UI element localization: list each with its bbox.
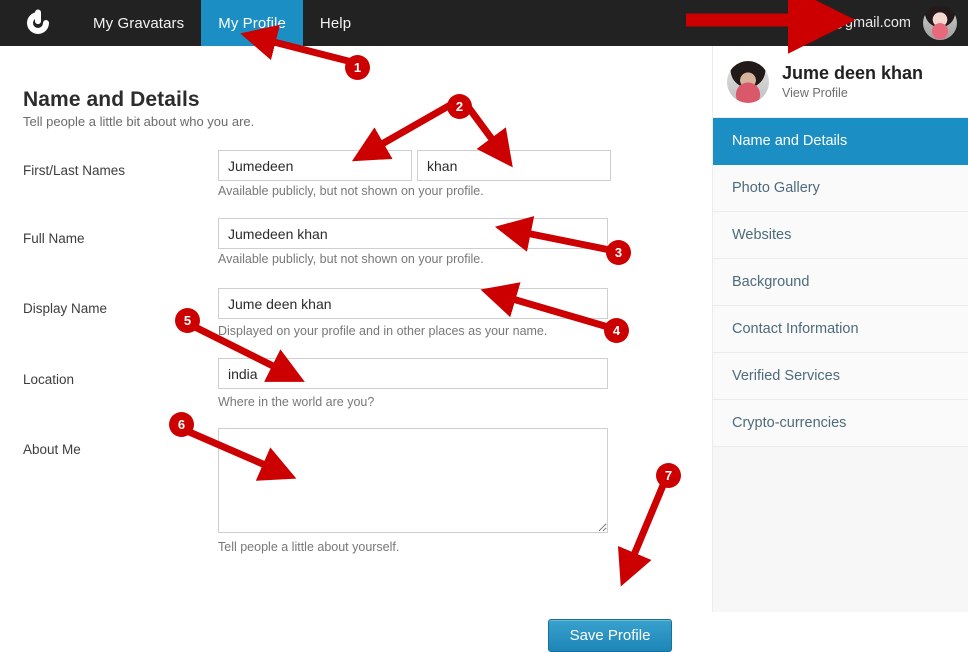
sidebar-item-label: Contact Information — [732, 321, 859, 337]
display-name-input[interactable] — [218, 288, 608, 319]
first-name-input[interactable] — [218, 150, 412, 181]
sidebar-item-photo-gallery[interactable]: Photo Gallery — [713, 165, 968, 212]
sidebar-item-label: Background — [732, 274, 810, 290]
label-display-name: Display Name — [23, 301, 108, 316]
sidebar-item-label: Name and Details — [732, 133, 848, 149]
full-name-input[interactable] — [218, 218, 608, 249]
sidebar-item-background[interactable]: Background — [713, 259, 968, 306]
page-title: Name and Details — [23, 88, 200, 111]
nav-item-help[interactable]: Help — [303, 0, 368, 46]
sidebar-item-contact-information[interactable]: Contact Information — [713, 306, 968, 353]
label-location: Location — [23, 372, 75, 387]
nav-item-my-gravatars[interactable]: My Gravatars — [76, 0, 201, 46]
sidebar-profile-name: Jume deen khan — [782, 62, 924, 83]
view-profile-link[interactable]: View Profile — [782, 86, 923, 100]
hint-location: Where in the world are you? — [218, 395, 375, 409]
account-email[interactable]: @gmail.com — [830, 15, 911, 31]
sidebar-item-verified-services[interactable]: Verified Services — [713, 353, 968, 400]
profile-form-panel: Name and Details Tell people a little bi… — [0, 46, 712, 652]
nav-item-label: My Profile — [218, 14, 286, 32]
primary-nav-items: My Gravatars My Profile Help — [76, 0, 368, 46]
nav-item-label: Help — [319, 14, 352, 32]
hint-full-name: Available publicly, but not shown on you… — [218, 252, 484, 266]
avatar[interactable] — [727, 60, 769, 103]
nav-item-label: My Gravatars — [93, 14, 185, 32]
location-input[interactable] — [218, 358, 608, 389]
gravatar-logo-icon — [23, 8, 53, 38]
label-full-name: Full Name — [23, 231, 85, 246]
sidebar-item-label: Websites — [732, 227, 792, 243]
sidebar-item-label: Verified Services — [732, 368, 840, 384]
sidebar-item-label: Photo Gallery — [732, 180, 820, 196]
save-profile-button[interactable]: Save Profile — [548, 619, 672, 652]
about-me-textarea[interactable] — [218, 428, 608, 533]
sidebar-item-websites[interactable]: Websites — [713, 212, 968, 259]
label-about-me: About Me — [23, 442, 81, 457]
gravatar-logo-link[interactable] — [0, 0, 76, 46]
avatar[interactable] — [923, 6, 957, 40]
top-navigation-bar: My Gravatars My Profile Help @gmail.com — [0, 0, 968, 46]
hint-display-name: Displayed on your profile and in other p… — [218, 324, 548, 338]
nav-item-my-profile[interactable]: My Profile — [201, 0, 303, 46]
sidebar-item-crypto-currencies[interactable]: Crypto-currencies — [713, 400, 968, 447]
last-name-input[interactable] — [417, 150, 611, 181]
sidebar-item-name-and-details[interactable]: Name and Details — [713, 118, 968, 165]
page-subtitle: Tell people a little bit about who you a… — [23, 114, 255, 129]
sidebar-item-label: Crypto-currencies — [732, 415, 847, 431]
label-first-last-names: First/Last Names — [23, 163, 126, 178]
sidebar-profile-header: Jume deen khan View Profile — [713, 46, 968, 118]
profile-sidebar: Jume deen khan View Profile Name and Det… — [712, 46, 968, 612]
hint-names: Available publicly, but not shown on you… — [218, 184, 484, 198]
hint-about-me: Tell people a little about yourself. — [218, 540, 400, 554]
account-area: @gmail.com — [830, 0, 968, 46]
